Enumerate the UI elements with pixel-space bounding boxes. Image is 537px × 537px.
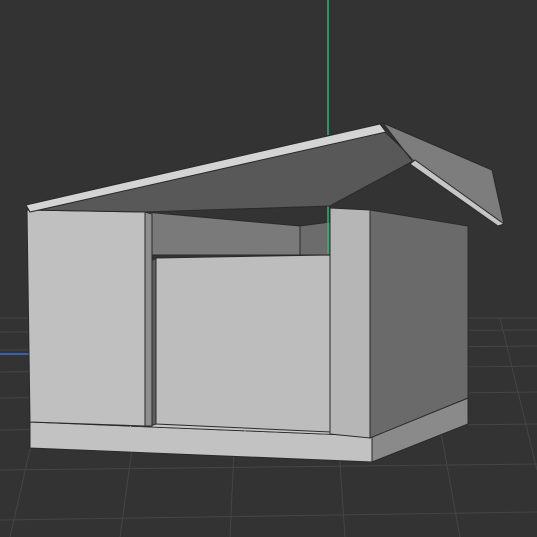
viewport-canvas[interactable] (0, 0, 537, 537)
3d-viewport[interactable] (0, 0, 537, 537)
roof[interactable] (25, 121, 506, 227)
left-wall[interactable] (26, 209, 153, 427)
back-wall[interactable] (144, 211, 331, 256)
interior-wall[interactable] (149, 254, 331, 433)
right-wall[interactable] (329, 207, 469, 439)
